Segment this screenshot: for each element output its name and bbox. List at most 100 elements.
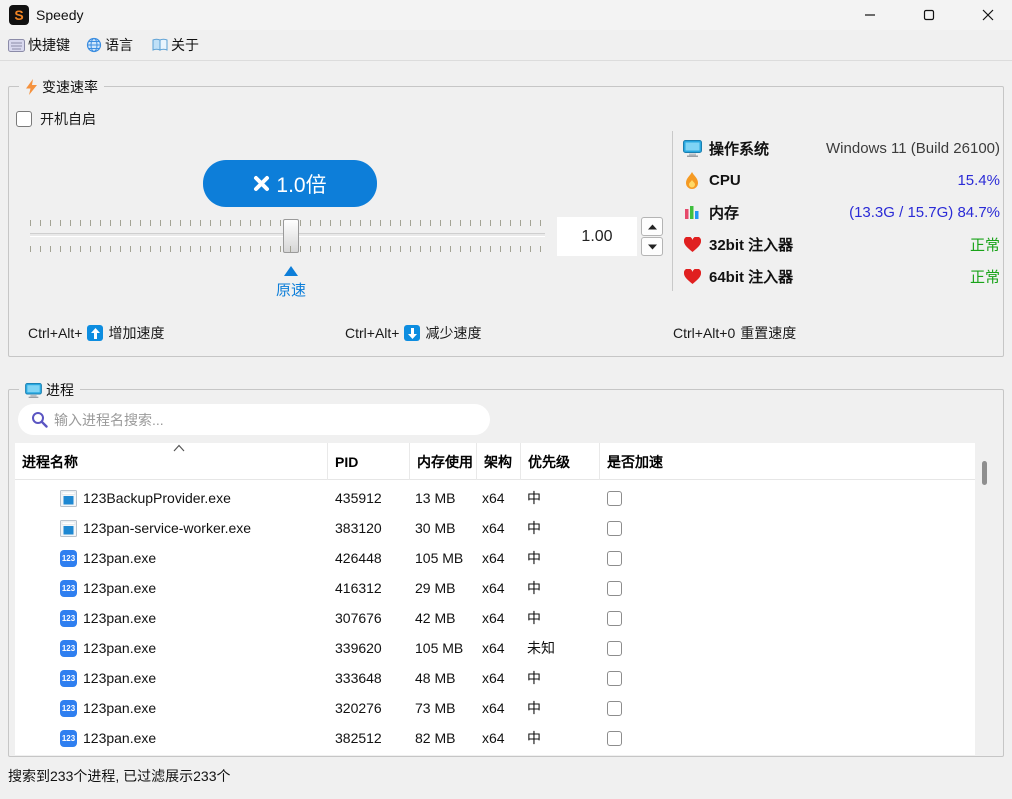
speed-slider[interactable] [30, 218, 545, 254]
process-name: 123pan.exe [83, 693, 156, 723]
process-priority: 中 [527, 573, 541, 603]
sysinfo-os-value: Windows 11 (Build 26100) [826, 140, 1000, 157]
process-memory: 105 MB [415, 633, 463, 663]
table-row[interactable]: 123 123pan.exe 426448 105 MB x64 中 [15, 543, 975, 573]
accelerate-checkbox[interactable] [607, 551, 622, 566]
hotkey-reset: Ctrl+Alt+0 重置速度 [673, 324, 796, 342]
spin-down-icon [648, 244, 657, 250]
col-header-priority[interactable]: 优先级 [521, 443, 600, 480]
process-name: 123pan.exe [83, 723, 156, 753]
process-name: 123pan.exe [83, 543, 156, 573]
titlebar: S Speedy [0, 0, 1012, 30]
hotkey-increase-label: 增加速度 [108, 323, 164, 343]
hotkey-reset-label: 重置速度 [740, 323, 796, 343]
speed-group-title-label: 变速速率 [42, 77, 98, 97]
process-pid: 307676 [335, 603, 382, 633]
col-header-memory[interactable]: 内存使用 [410, 443, 477, 480]
accelerate-checkbox[interactable] [607, 611, 622, 626]
process-memory: 13 MB [415, 483, 455, 513]
sysinfo-injector64-row: 64bit 注入器 正常 [682, 261, 1002, 291]
accelerate-checkbox[interactable] [607, 671, 622, 686]
table-row[interactable]: 123 123pan.exe 333648 48 MB x64 中 [15, 663, 975, 693]
sysinfo-os-label: 操作系统 [709, 138, 769, 159]
close-button[interactable] [965, 0, 1011, 30]
process-arch: x64 [482, 693, 505, 723]
process-search [18, 404, 490, 435]
sysinfo-injector32-value: 正常 [970, 234, 1000, 255]
process-name: 123pan.exe [83, 603, 156, 633]
process-search-input[interactable] [54, 404, 482, 435]
autostart-checkbox[interactable] [16, 111, 32, 127]
process-memory: 82 MB [415, 723, 455, 753]
accelerate-checkbox[interactable] [607, 491, 622, 506]
table-row[interactable]: 123BackupProvider.exe 435912 13 MB x64 中 [15, 483, 975, 513]
sysinfo-memory-row: 内存 (13.3G / 15.7G) 84.7% [682, 197, 1002, 227]
pan123-icon: 123 [60, 573, 78, 603]
table-row[interactable]: 123pan-service-worker.exe 383120 30 MB x… [15, 513, 975, 543]
accelerate-checkbox[interactable] [607, 731, 622, 746]
sysinfo-injector32-row: 32bit 注入器 正常 [682, 229, 1002, 259]
process-priority: 中 [527, 603, 541, 633]
accelerate-cell [607, 573, 622, 603]
process-pid: 435912 [335, 483, 382, 513]
accelerate-checkbox[interactable] [607, 701, 622, 716]
accelerate-checkbox[interactable] [607, 581, 622, 596]
process-pid: 416312 [335, 573, 382, 603]
col-header-arch[interactable]: 架构 [477, 443, 521, 480]
process-priority: 中 [527, 663, 541, 693]
arrow-up-key-icon [87, 325, 103, 341]
process-memory: 30 MB [415, 513, 455, 543]
menu-about[interactable]: 关于 [152, 34, 199, 56]
table-row[interactable]: 123 123pan.exe 416312 29 MB x64 中 [15, 573, 975, 603]
table-row[interactable]: 123 123pan.exe 339620 105 MB x64 未知 [15, 633, 975, 663]
lightning-icon [25, 79, 38, 95]
process-pid: 383120 [335, 513, 382, 543]
accelerate-checkbox[interactable] [607, 641, 622, 656]
sysinfo-cpu-value: 15.4% [957, 172, 1000, 189]
process-pid: 333648 [335, 663, 382, 693]
table-row[interactable]: 123 123pan.exe 382512 82 MB x64 中 [15, 723, 975, 753]
process-priority: 未知 [527, 633, 555, 663]
speed-multiplier-button[interactable]: 1.0倍 [203, 160, 377, 207]
process-group-title: 进程 [19, 380, 80, 400]
arrow-down-key-icon [404, 325, 420, 341]
maximize-button[interactable] [906, 0, 952, 30]
process-arch: x64 [482, 723, 505, 753]
process-pid: 426448 [335, 543, 382, 573]
col-header-name[interactable]: 进程名称 [15, 443, 328, 480]
speed-value-input[interactable] [557, 217, 637, 256]
sysinfo-cpu-label: CPU [709, 172, 741, 189]
minimize-button[interactable] [847, 0, 893, 30]
maximize-icon [923, 9, 935, 21]
hotkey-increase-prefix: Ctrl+Alt+ [28, 325, 82, 341]
menubar: 快捷键 语言 关于 [0, 30, 1012, 60]
col-header-accelerate[interactable]: 是否加速 [600, 443, 975, 480]
sysinfo-cpu-row: CPU 15.4% [682, 165, 1002, 195]
process-priority: 中 [527, 693, 541, 723]
table-row[interactable]: 123 123pan.exe 320276 73 MB x64 中 [15, 693, 975, 723]
table-scrollbar-thumb[interactable] [982, 461, 987, 485]
sysinfo-memory-value: (13.3G / 15.7G) 84.7% [849, 204, 1000, 221]
spin-down-button[interactable] [641, 237, 663, 256]
menu-hotkeys[interactable]: 快捷键 [8, 34, 70, 56]
menu-language[interactable]: 语言 [86, 34, 133, 56]
process-arch: x64 [482, 603, 505, 633]
spin-up-button[interactable] [641, 217, 663, 236]
table-row-partial[interactable]: 123 [15, 753, 975, 755]
multiply-icon [253, 175, 270, 192]
process-arch: x64 [482, 513, 505, 543]
sysinfo-injector64-label: 64bit 注入器 [709, 266, 793, 287]
accelerate-checkbox[interactable] [607, 521, 622, 536]
accelerate-cell [607, 723, 622, 753]
process-pid: 320276 [335, 693, 382, 723]
process-priority: 中 [527, 723, 541, 753]
hotkey-decrease-label: 减少速度 [425, 323, 481, 343]
col-header-pid[interactable]: PID [328, 443, 410, 480]
close-icon [982, 9, 994, 21]
process-priority: 中 [527, 513, 541, 543]
minimize-icon [864, 9, 876, 21]
process-name: 123pan.exe [83, 573, 156, 603]
process-arch: x64 [482, 573, 505, 603]
process-priority: 中 [527, 483, 541, 513]
table-row[interactable]: 123 123pan.exe 307676 42 MB x64 中 [15, 603, 975, 633]
